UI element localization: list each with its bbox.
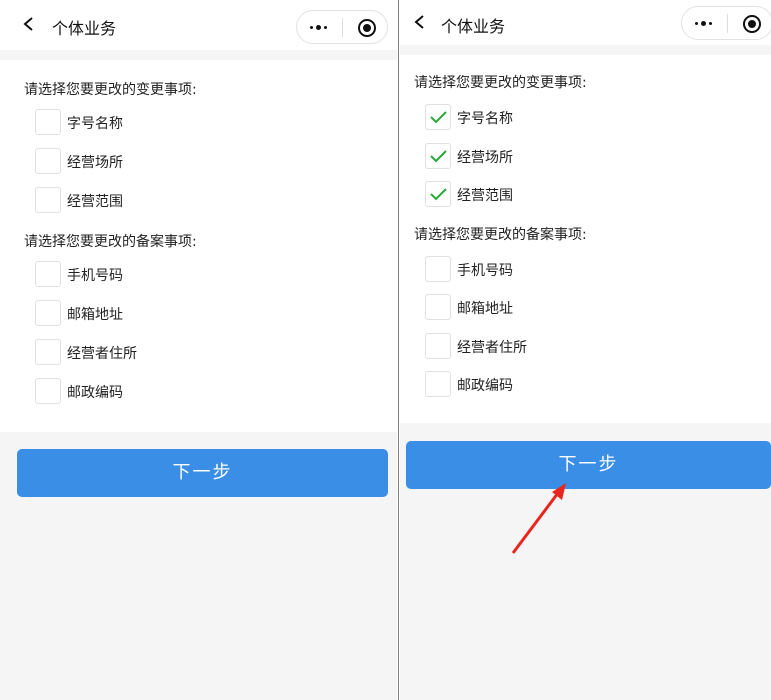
- chevron-left-icon[interactable]: [413, 15, 427, 29]
- record-section-title: 请选择您要更改的备案事项:: [414, 227, 587, 243]
- option-label: 邮箱地址: [457, 301, 513, 317]
- option-label: 字号名称: [67, 116, 123, 132]
- page-title: 个体业务: [441, 17, 506, 36]
- checkbox[interactable]: [35, 378, 61, 404]
- checkbox[interactable]: [425, 333, 451, 359]
- checkbox[interactable]: [35, 109, 61, 135]
- option-label: 经营范围: [457, 188, 513, 204]
- check-icon: [430, 150, 447, 163]
- option-label: 手机号码: [67, 268, 123, 284]
- nav-header: 个体业务: [400, 0, 771, 45]
- more-dots-icon[interactable]: [694, 16, 716, 30]
- check-icon: [430, 111, 447, 124]
- checkbox[interactable]: [35, 187, 61, 213]
- option-label: 经营者住所: [67, 346, 137, 362]
- checkbox[interactable]: [425, 294, 451, 320]
- checkbox[interactable]: [35, 339, 61, 365]
- option-label: 字号名称: [457, 111, 513, 127]
- target-circle-icon[interactable]: [358, 19, 376, 37]
- checkbox-checked[interactable]: [425, 143, 451, 169]
- checkbox[interactable]: [35, 148, 61, 174]
- checkbox-checked[interactable]: [425, 181, 451, 207]
- more-dots-icon[interactable]: [309, 20, 331, 34]
- chevron-left-icon[interactable]: [22, 17, 36, 31]
- checkbox[interactable]: [425, 256, 451, 282]
- change-section-title: 请选择您要更改的变更事项:: [24, 82, 197, 98]
- mini-program-capsule: [296, 10, 388, 44]
- form-card: 请选择您要更改的变更事项: 字号名称 经营场所 经营范围 请选择您要更改的备案事…: [400, 55, 771, 423]
- next-step-button[interactable]: 下一步: [406, 441, 771, 489]
- change-section-title: 请选择您要更改的变更事项:: [414, 75, 587, 91]
- page-title: 个体业务: [52, 19, 117, 38]
- target-circle-icon[interactable]: [743, 15, 761, 33]
- nav-header: 个体业务: [0, 0, 397, 50]
- option-label: 邮政编码: [67, 385, 123, 401]
- right-phone-screen: 个体业务 请选择您要更改的变更事项: 字号名称 经营场所 经营范围 请选择您要更…: [400, 0, 771, 700]
- mini-program-capsule: [681, 6, 771, 40]
- option-label: 邮箱地址: [67, 307, 123, 323]
- option-label: 手机号码: [457, 263, 513, 279]
- checkbox[interactable]: [425, 371, 451, 397]
- option-label: 邮政编码: [457, 378, 513, 394]
- form-card: 请选择您要更改的变更事项: 字号名称 经营场所 经营范围 请选择您要更改的备案事…: [0, 60, 397, 432]
- checkbox-checked[interactable]: [425, 104, 451, 130]
- next-step-button[interactable]: 下一步: [17, 449, 388, 497]
- check-icon: [430, 188, 447, 201]
- capsule-divider: [727, 14, 728, 33]
- option-label: 经营场所: [457, 150, 513, 166]
- checkbox[interactable]: [35, 261, 61, 287]
- capsule-divider: [342, 18, 343, 37]
- option-label: 经营场所: [67, 155, 123, 171]
- option-label: 经营者住所: [457, 340, 527, 356]
- left-phone-screen: 个体业务 请选择您要更改的变更事项: 字号名称 经营场所 经营范围 请选择您要更…: [0, 0, 397, 700]
- checkbox[interactable]: [35, 300, 61, 326]
- option-label: 经营范围: [67, 194, 123, 210]
- annotation-arrow-icon: [511, 483, 566, 554]
- record-section-title: 请选择您要更改的备案事项:: [24, 234, 197, 250]
